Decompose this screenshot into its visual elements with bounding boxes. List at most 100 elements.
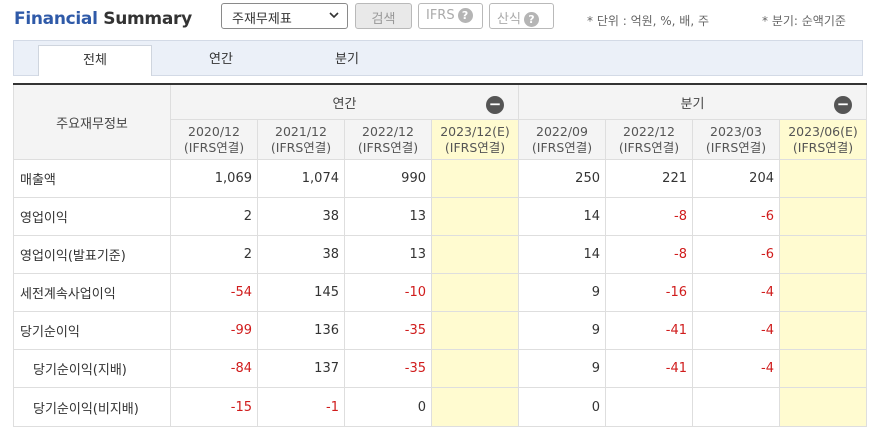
help-icon: ? [457, 8, 473, 23]
table-cell: 2 [170, 235, 258, 274]
ifrs-button[interactable]: IFRS? [418, 3, 483, 29]
collapse-quarter-icon[interactable]: − [834, 96, 852, 114]
table-cell: 9 [518, 349, 606, 388]
table-row: 영업이익(발표기준) 2 38 13 14 -8 -6 [13, 235, 867, 274]
table-cell [431, 235, 519, 274]
period-basis: (IFRS연결) [444, 139, 506, 155]
quarter-group-label: 분기 [680, 96, 705, 112]
period-date: 2021/12 [275, 123, 327, 139]
table-cell: 204 [692, 159, 780, 198]
table-cell [779, 235, 867, 274]
formula-label: 산식 [497, 12, 521, 27]
table-cell: -8 [605, 197, 693, 236]
statement-select[interactable]: 주재무제표 [221, 3, 348, 29]
table-cell [779, 197, 867, 236]
table-cell: 145 [257, 273, 345, 312]
row-label[interactable]: 당기순이익(지배) [13, 349, 171, 388]
table-cell: -41 [605, 349, 693, 388]
period-basis: (IFRS연결) [531, 139, 593, 155]
period-basis: (IFRS연결) [705, 139, 767, 155]
table-cell: -6 [692, 197, 780, 236]
period-basis: (IFRS연결) [357, 139, 419, 155]
table-cell: 1,074 [257, 159, 345, 198]
table-cell: 13 [344, 235, 432, 274]
tab-all[interactable]: 전체 [38, 45, 152, 76]
table-cell [779, 311, 867, 350]
table-cell: 0 [518, 387, 606, 427]
period-header: 2023/03 (IFRS연결) [692, 119, 780, 160]
period-header: 2021/12 (IFRS연결) [257, 119, 345, 160]
table-cell: 136 [257, 311, 345, 350]
row-header: 주요재무정보 [13, 83, 171, 160]
row-label[interactable]: 당기순이익 [13, 311, 171, 350]
chevron-down-icon [328, 9, 340, 24]
table-cell: 137 [257, 349, 345, 388]
table-cell: 250 [518, 159, 606, 198]
row-label[interactable]: 세전계속사업이익 [13, 273, 171, 312]
period-tab-strip: 전체 연간 분기 [13, 40, 863, 76]
row-label[interactable]: 영업이익 [13, 197, 171, 236]
table-body: 매출액 1,069 1,074 990 250 221 204 영업이익 2 38 13 14 -8 -6… [13, 159, 867, 427]
table-cell [779, 349, 867, 388]
period-basis: (IFRS연결) [183, 139, 245, 155]
annual-group-label: 연간 [332, 96, 357, 112]
table-cell [779, 273, 867, 312]
period-basis: (IFRS연결) [618, 139, 680, 155]
table-cell: -6 [692, 235, 780, 274]
table-cell: -35 [344, 349, 432, 388]
table-cell [431, 311, 519, 350]
period-date: 2022/09 [536, 123, 588, 139]
ifrs-label: IFRS [426, 8, 455, 23]
table-row: 당기순이익(비지배) -15 -1 0 0 [13, 387, 867, 427]
table-cell [779, 159, 867, 198]
row-label[interactable]: 당기순이익(비지배) [13, 387, 171, 427]
period-date: 2023/12(E) [440, 123, 510, 139]
table-row: 영업이익 2 38 13 14 -8 -6 [13, 197, 867, 236]
table-cell: -10 [344, 273, 432, 312]
page-title: Financial Summary [14, 9, 192, 29]
period-header: 2022/12 (IFRS연결) [344, 119, 432, 160]
statement-select-value: 주재무제표 [232, 12, 292, 27]
table-cell: 14 [518, 235, 606, 274]
table-cell [605, 387, 693, 427]
table-cell [431, 349, 519, 388]
formula-button[interactable]: 산식? [489, 3, 554, 29]
period-date: 2022/12 [623, 123, 675, 139]
table-cell: -1 [257, 387, 345, 427]
table-cell: 14 [518, 197, 606, 236]
table-cell: 13 [344, 197, 432, 236]
table-cell [779, 387, 867, 427]
period-basis: (IFRS연결) [792, 139, 854, 155]
table-cell: 990 [344, 159, 432, 198]
table-row: 당기순이익 -99 136 -35 9 -41 -4 [13, 311, 867, 350]
row-label[interactable]: 매출액 [13, 159, 171, 198]
table-cell [431, 197, 519, 236]
table-cell: -35 [344, 311, 432, 350]
table-cell: -99 [170, 311, 258, 350]
table-cell: 0 [344, 387, 432, 427]
tab-quarterly[interactable]: 분기 [290, 45, 404, 76]
help-icon: ? [523, 12, 539, 27]
table-row: 당기순이익(지배) -84 137 -35 9 -41 -4 [13, 349, 867, 388]
table-cell: -84 [170, 349, 258, 388]
title-financial: Financial [14, 9, 98, 29]
table-cell: -54 [170, 273, 258, 312]
table-cell: 9 [518, 273, 606, 312]
period-header-estimate: 2023/12(E) (IFRS연결) [431, 119, 519, 160]
period-header-estimate: 2023/06(E) (IFRS연결) [779, 119, 867, 160]
search-button[interactable]: 검색 [355, 3, 412, 29]
period-date: 2023/06(E) [788, 123, 858, 139]
row-label[interactable]: 영업이익(발표기준) [13, 235, 171, 274]
financial-summary-table: 주요재무정보 연간 − 분기 − 2020/12 (IFRS연결) 2021/12… [13, 83, 867, 427]
quarter-basis-note: * 분기: 순액기준 [762, 14, 846, 28]
period-basis: (IFRS연결) [270, 139, 332, 155]
table-cell: -41 [605, 311, 693, 350]
quarter-group-header: 분기 − [518, 83, 867, 120]
tab-annual[interactable]: 연간 [164, 45, 278, 76]
table-cell: -16 [605, 273, 693, 312]
table-cell: -15 [170, 387, 258, 427]
collapse-annual-icon[interactable]: − [486, 96, 504, 114]
period-date: 2022/12 [362, 123, 414, 139]
table-cell: 9 [518, 311, 606, 350]
period-date: 2023/03 [710, 123, 762, 139]
